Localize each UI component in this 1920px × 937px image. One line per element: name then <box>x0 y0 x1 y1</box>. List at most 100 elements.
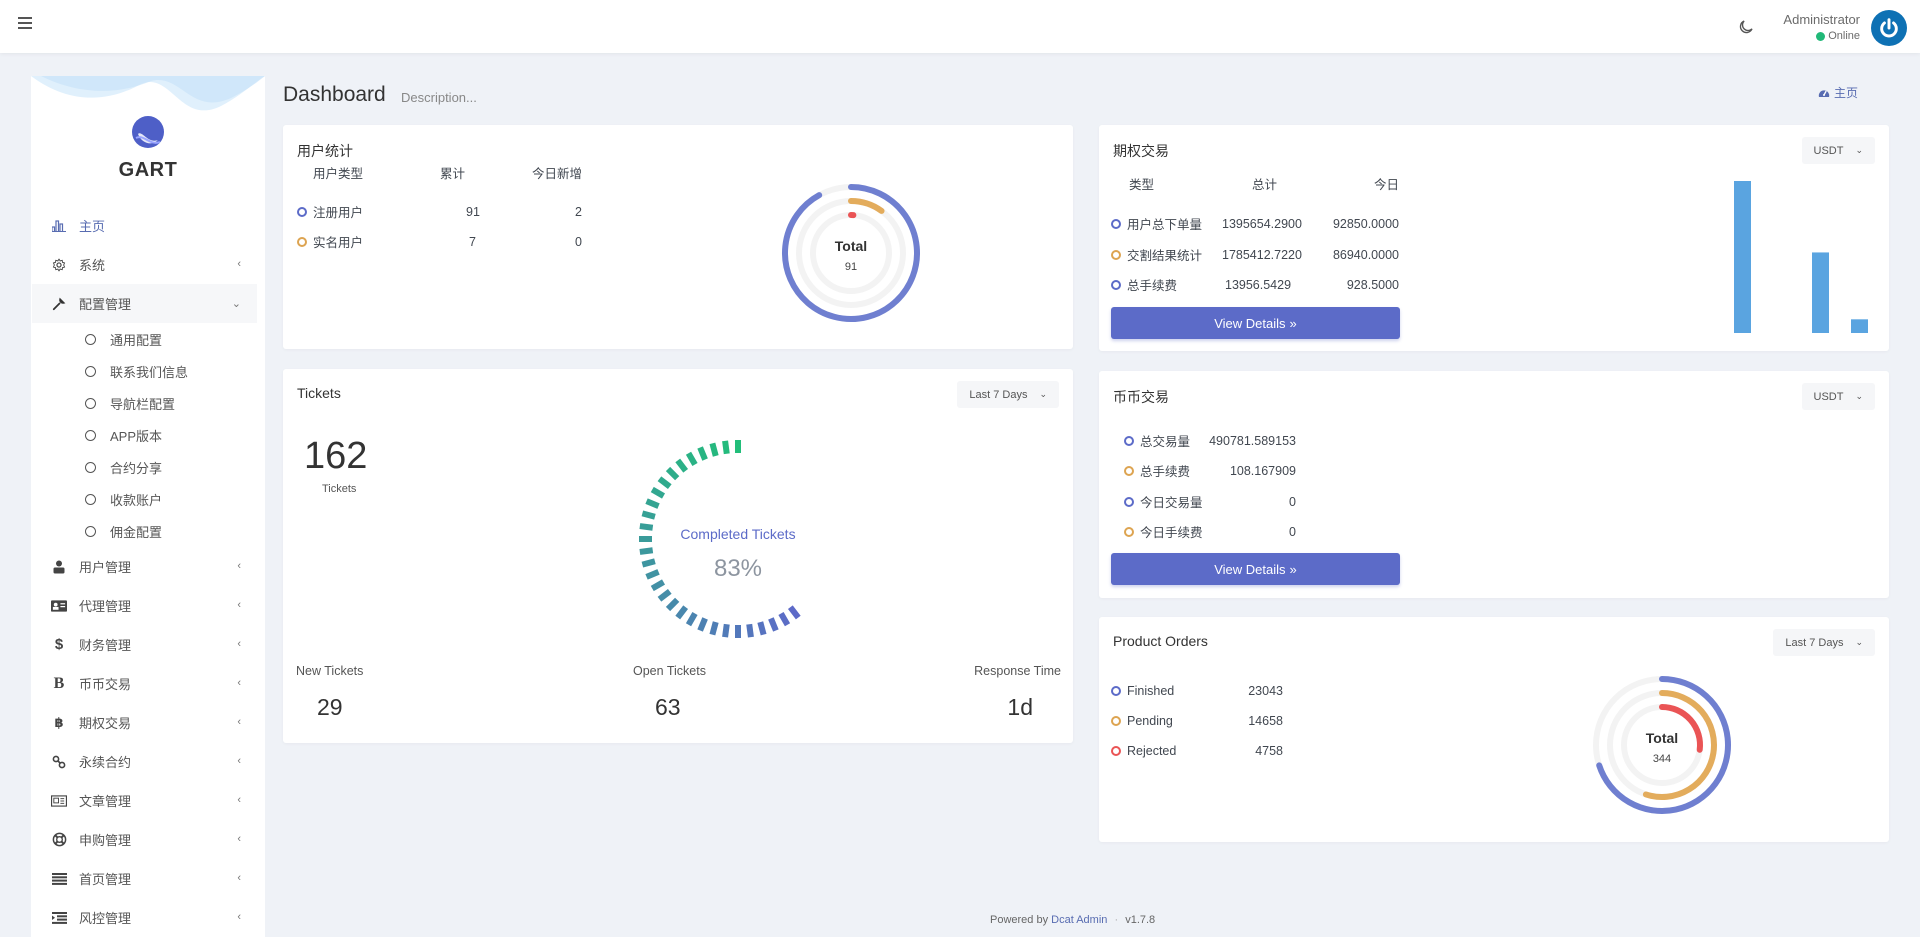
sidebar-item-label: 风控管理 <box>79 911 132 926</box>
column-header: 今日新增 <box>531 166 582 181</box>
sidebar-subitem-label: 合约分享 <box>110 460 163 476</box>
sidebar-subitem-app-version[interactable]: APP版本 <box>31 419 265 451</box>
chevron-down-icon: ⌄ <box>1855 637 1863 647</box>
circle-icon <box>85 525 96 537</box>
sidebar-item-subscription[interactable]: 申购管理 ‹ <box>31 820 265 859</box>
sidebar-item-options-trading[interactable]: ฿ 期权交易 ‹ <box>31 703 265 742</box>
sidebar-subitem-general-config[interactable]: 通用配置 <box>31 323 265 355</box>
sidebar-subitem-contact-info[interactable]: 联系我们信息 <box>31 355 265 387</box>
dashboard-gauge-icon <box>1818 90 1830 97</box>
product-orders-card: Product Orders Last 7 Days ⌄ Finished 230… <box>1099 617 1889 842</box>
column-header: 累计 <box>440 166 466 181</box>
tickets-count-label: Tickets <box>322 483 357 495</box>
sidebar-subitem-commission-config[interactable]: 佣金配置 <box>31 515 265 547</box>
breadcrumb-home[interactable]: 主页 <box>1834 84 1858 101</box>
card-title: 期权交易 <box>1113 143 1169 159</box>
sidebar-item-perpetual-contract[interactable]: 永续合约 ‹ <box>31 742 265 781</box>
sidebar-subitem-contract-share[interactable]: 合约分享 <box>31 451 265 483</box>
online-status-dot <box>1816 31 1826 41</box>
life-ring-icon <box>51 832 67 848</box>
gauge-segment <box>697 617 708 632</box>
sidebar-item-label: 用户管理 <box>79 560 132 575</box>
column-header: 类型 <box>1129 177 1155 192</box>
currency-select[interactable]: USDT ⌄ <box>1801 137 1875 164</box>
view-details-button[interactable]: View Details» <box>1111 553 1400 585</box>
currency-select-value: USDT <box>1813 390 1844 403</box>
sidebar-item-risk-control[interactable]: 风控管理 ‹ <box>31 898 265 937</box>
tickets-card: Tickets Last 7 Days ⌄ 162 Tickets Complet… <box>283 369 1073 743</box>
bitcoin-icon: ฿ <box>54 714 64 730</box>
sidebar-item-users[interactable]: 用户管理 ‹ <box>31 547 265 586</box>
options-trading-card: 期权交易 USDT ⌄ 类型 总计 今日 用户总下单量 1395654.2900 … <box>1099 125 1889 351</box>
table-row: 实名用户 7 0 <box>297 232 582 251</box>
bar-3 <box>1851 319 1868 333</box>
sidebar: GART 主页 系统 ‹ 配置管理 ⌄ 通用配置 联系我们信息 导航栏配置 AP… <box>31 76 265 937</box>
letter-b-icon: B <box>53 674 65 692</box>
sidebar-item-home[interactable]: 主页 <box>31 206 265 245</box>
row-value: 14658 <box>1248 714 1283 728</box>
sidebar-item-label: 币币交易 <box>79 677 132 692</box>
gear-icon <box>51 257 67 273</box>
gauge-segment <box>722 440 730 455</box>
stat-label-response: Response Time <box>974 664 1061 678</box>
currency-select[interactable]: USDT ⌄ <box>1801 383 1875 410</box>
double-chevron-right-icon: » <box>1289 315 1297 331</box>
gauge-segment <box>657 476 672 490</box>
link-icon <box>51 754 67 770</box>
sidebar-subitem-payment-account[interactable]: 收款账户 <box>31 483 265 515</box>
ring-label: Total <box>835 238 867 254</box>
card-title: Product Orders <box>1113 633 1208 649</box>
legend-ring-icon <box>297 206 307 217</box>
table-row: Pending 14658 <box>1111 714 1283 728</box>
sidebar-item-finance[interactable]: $ 财务管理 ‹ <box>31 625 265 664</box>
footer-version: v1.7.8 <box>1125 914 1156 926</box>
sidebar-menu: 主页 系统 ‹ 配置管理 ⌄ 通用配置 联系我们信息 导航栏配置 APP版本 合… <box>31 206 265 937</box>
sidebar-item-config[interactable]: 配置管理 ⌄ <box>32 284 257 323</box>
view-details-button[interactable]: View Details» <box>1111 307 1400 339</box>
dcat-admin-link[interactable]: Dcat Admin <box>1051 914 1107 926</box>
sidebar-item-system[interactable]: 系统 ‹ <box>31 245 265 284</box>
breadcrumb[interactable]: 主页 <box>1818 84 1858 101</box>
period-select[interactable]: Last 7 Days ⌄ <box>1773 629 1875 656</box>
chevron-left-icon: ‹ <box>237 911 241 923</box>
avatar[interactable] <box>1871 10 1907 46</box>
period-select-value: Last 7 Days <box>969 388 1028 401</box>
legend-ring-icon <box>1111 279 1121 290</box>
row-label: Rejected <box>1127 744 1177 758</box>
row-today: 2 <box>575 204 582 219</box>
table-row: 用户总下单量 1395654.2900 92850.0000 <box>1111 214 1399 233</box>
sidebar-item-spot-trading[interactable]: B 币币交易 ‹ <box>31 664 265 703</box>
sidebar-item-label: 永续合约 <box>79 755 132 770</box>
sidebar-item-label: 代理管理 <box>79 599 132 614</box>
legend-ring-icon <box>297 236 307 247</box>
gauge-segment <box>639 547 654 555</box>
row-today: 0 <box>575 234 582 249</box>
stat-label-new: New Tickets <box>296 664 364 678</box>
row-today: 86940.0000 <box>1332 247 1399 262</box>
indent-icon <box>51 910 67 926</box>
list-icon <box>51 871 67 887</box>
button-label: View Details <box>1214 561 1286 577</box>
circle-icon <box>85 493 96 505</box>
sidebar-subitem-label: 通用配置 <box>110 332 163 348</box>
sidebar-subitem-navbar-config[interactable]: 导航栏配置 <box>31 387 265 419</box>
sidebar-item-homepage[interactable]: 首页管理 ‹ <box>31 859 265 898</box>
period-select[interactable]: Last 7 Days ⌄ <box>957 381 1059 408</box>
sidebar-item-agents[interactable]: 代理管理 ‹ <box>31 586 265 625</box>
gauge-segment <box>675 458 689 473</box>
user-name[interactable]: Administrator <box>1783 12 1860 27</box>
gauge-segment <box>722 623 730 638</box>
gauge-segment <box>675 605 689 620</box>
bar-2 <box>1812 252 1829 333</box>
sidebar-header-decoration <box>31 76 265 111</box>
dark-mode-toggle-icon[interactable] <box>1737 18 1755 36</box>
footer: Powered by Dcat Admin · v1.7.8 <box>990 914 1155 926</box>
gauge-segment <box>685 611 698 627</box>
product-orders-radial-chart: Total 344 <box>1593 676 1731 814</box>
menu-toggle-icon[interactable] <box>18 17 32 29</box>
sidebar-item-articles[interactable]: 文章管理 ‹ <box>31 781 265 820</box>
chevron-left-icon: ‹ <box>237 677 241 689</box>
power-icon <box>1880 18 1898 38</box>
user-stats-card: 用户统计 用户类型 累计 今日新增 注册用户 91 2 实名用户 7 0 Tot… <box>283 125 1073 349</box>
spot-trading-card: 币币交易 USDT ⌄ 总交易量 490781.589153 总手续费 108.1… <box>1099 371 1889 598</box>
